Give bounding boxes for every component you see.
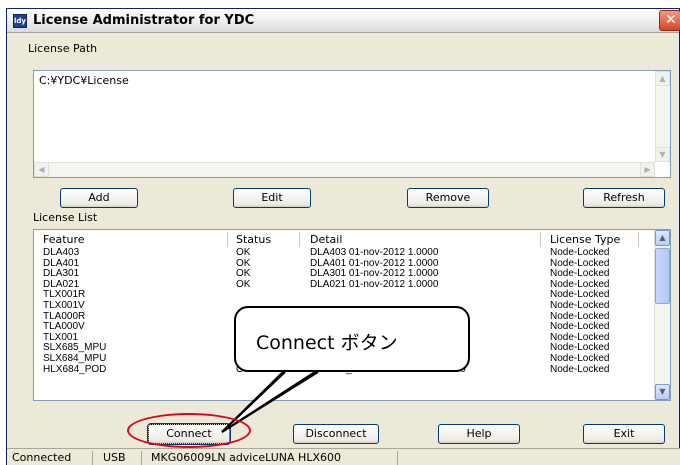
license-list-label: License List bbox=[33, 211, 98, 224]
close-icon: ✕ bbox=[665, 12, 677, 28]
cell-status: OK bbox=[236, 247, 251, 258]
column-divider[interactable] bbox=[227, 232, 228, 247]
remove-button[interactable]: Remove bbox=[407, 188, 489, 208]
exit-button[interactable]: Exit bbox=[583, 424, 665, 444]
cell-feature: DLA403 bbox=[43, 247, 80, 258]
edit-button[interactable]: Edit bbox=[233, 188, 311, 208]
list-header: Feature Status Detail License Type bbox=[34, 230, 654, 248]
scroll-left-icon[interactable]: ◀ bbox=[34, 162, 49, 177]
cell-detail: DLA403 01-nov-2012 1.0000 bbox=[310, 247, 439, 258]
status-divider bbox=[397, 451, 398, 465]
license-path-label: License Path bbox=[28, 42, 98, 55]
cell-license-type: Node-Locked bbox=[550, 363, 610, 375]
scroll-up-icon[interactable]: ▲ bbox=[655, 71, 670, 86]
disconnect-button[interactable]: Disconnect bbox=[293, 424, 379, 444]
column-header-detail[interactable]: Detail bbox=[310, 233, 342, 246]
close-button[interactable]: ✕ bbox=[659, 10, 680, 31]
cell-detail: DLA021 01-nov-2012 1.0000 bbox=[310, 278, 439, 290]
app-icon[interactable]: ldy bbox=[13, 14, 27, 28]
cell-feature: TLX001V bbox=[43, 299, 85, 311]
path-vertical-scrollbar[interactable]: ▲ ▼ bbox=[655, 71, 670, 162]
column-divider[interactable] bbox=[638, 232, 639, 247]
column-header-license-type[interactable]: License Type bbox=[550, 233, 620, 246]
column-divider[interactable] bbox=[299, 232, 300, 247]
cell-feature: HLX684_POD bbox=[43, 363, 107, 375]
scroll-thumb[interactable] bbox=[655, 248, 670, 304]
callout-bubble: Connect ボタン bbox=[234, 306, 470, 372]
column-header-status[interactable]: Status bbox=[236, 233, 271, 246]
add-button[interactable]: Add bbox=[60, 188, 138, 208]
cell-feature: SLX684_MPU bbox=[43, 352, 107, 364]
column-header-feature[interactable]: Feature bbox=[43, 233, 85, 246]
scroll-down-icon[interactable]: ▼ bbox=[655, 147, 670, 162]
cell-status: OK bbox=[236, 278, 251, 290]
status-interface: USB bbox=[103, 451, 126, 464]
cell-license-type: Node-Locked bbox=[550, 299, 610, 311]
status-divider bbox=[141, 451, 142, 465]
scroll-down-icon[interactable]: ▼ bbox=[655, 384, 670, 400]
window-title: License Administrator for YDC bbox=[33, 13, 255, 28]
connect-highlight-ring bbox=[127, 413, 251, 448]
status-divider bbox=[92, 451, 93, 465]
cell-license-type: Node-Locked bbox=[550, 352, 610, 364]
callout-text: Connect ボタン bbox=[256, 332, 398, 354]
scroll-right-icon[interactable]: ▶ bbox=[640, 162, 655, 177]
path-horizontal-scrollbar[interactable]: ◀ ▶ bbox=[34, 162, 655, 177]
title-bar[interactable]: ldy License Administrator for YDC ✕ bbox=[7, 9, 680, 33]
refresh-button[interactable]: Refresh bbox=[583, 188, 665, 208]
list-vertical-scrollbar[interactable]: ▲ ▼ bbox=[654, 230, 670, 400]
status-bar: Connected USB MKG06009LN adviceLUNA HLX6… bbox=[7, 448, 680, 465]
license-path-value: C:¥YDC¥License bbox=[39, 74, 129, 87]
status-device: MKG06009LN adviceLUNA HLX600 bbox=[151, 451, 341, 464]
column-divider[interactable] bbox=[540, 232, 541, 247]
cell-license-type: Node-Locked bbox=[550, 247, 610, 258]
license-path-textarea[interactable]: C:¥YDC¥License ▲ ▼ ◀ ▶ bbox=[33, 70, 671, 178]
scroll-up-icon[interactable]: ▲ bbox=[655, 230, 670, 246]
help-button[interactable]: Help bbox=[438, 424, 520, 444]
status-connection: Connected bbox=[12, 451, 72, 464]
table-row[interactable]: DLA403 OK DLA403 01-nov-2012 1.0000 Node-Lo… bbox=[34, 247, 654, 259]
